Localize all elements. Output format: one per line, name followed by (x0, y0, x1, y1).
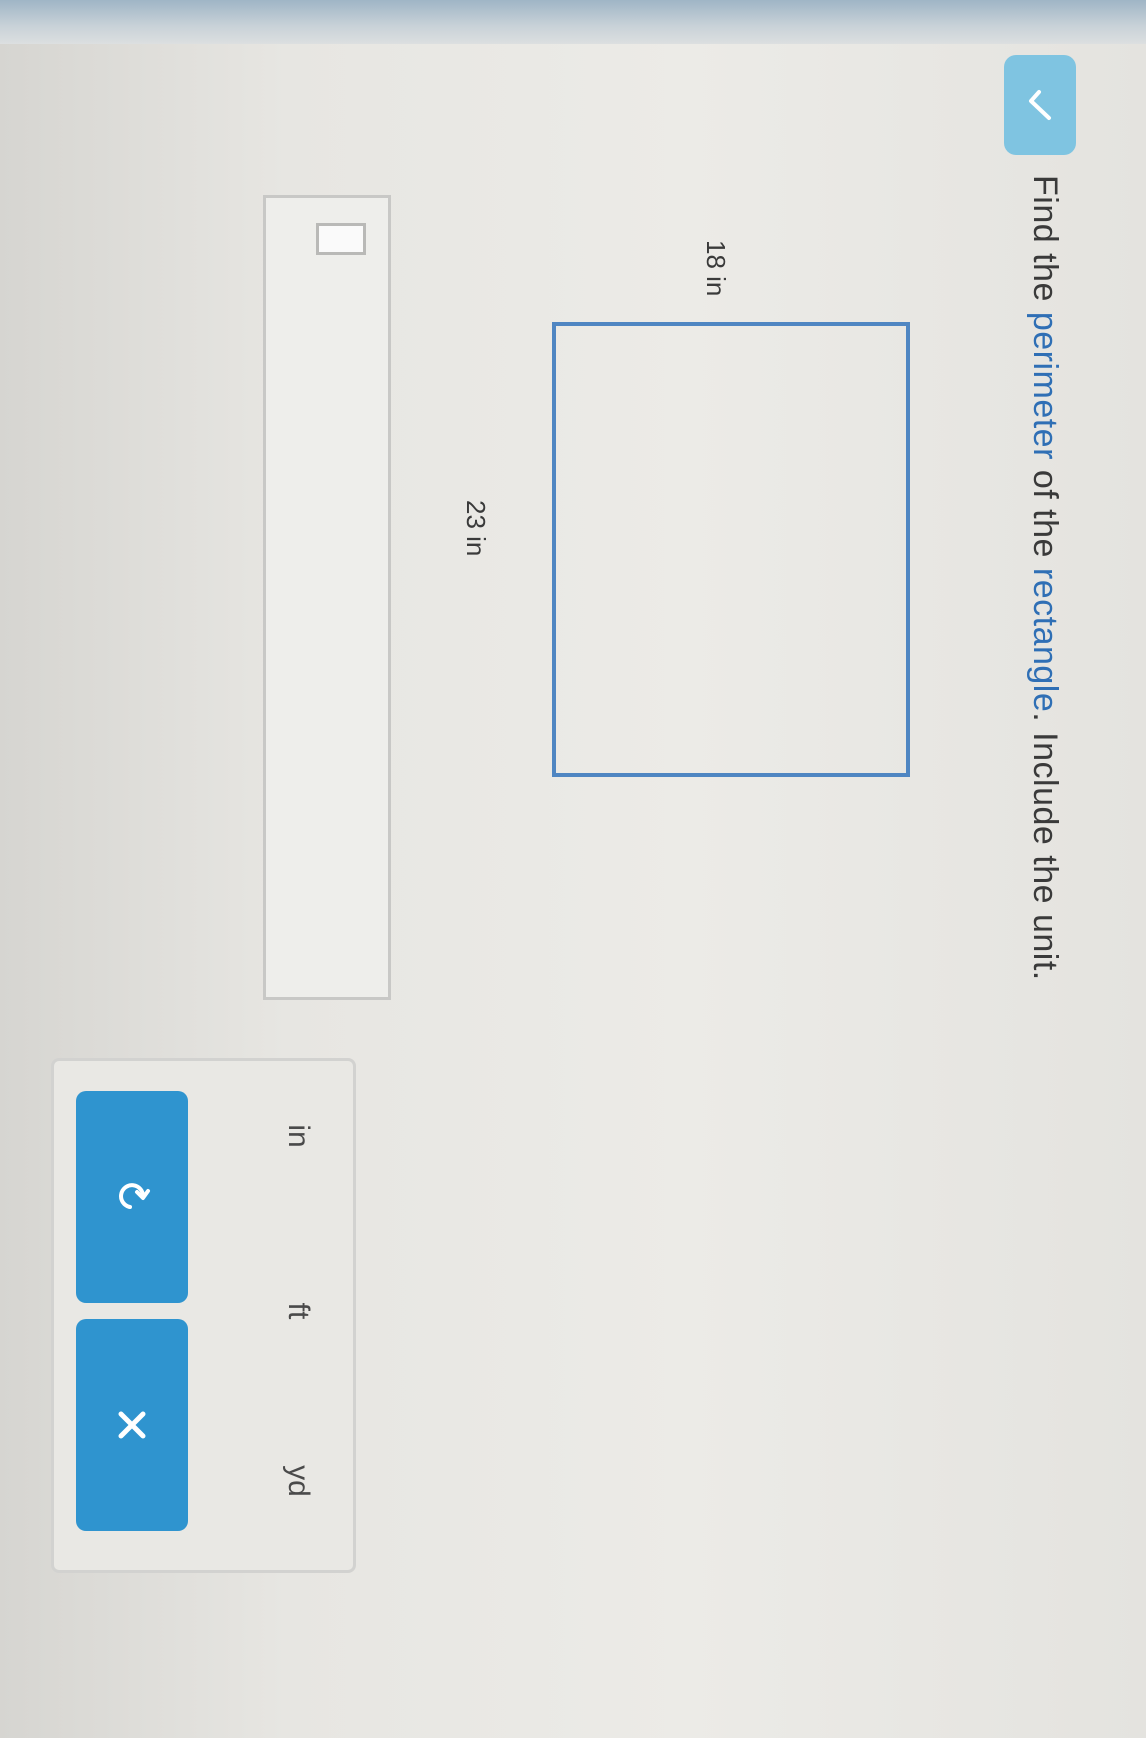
unit-ft-button[interactable]: ft (273, 1276, 323, 1346)
rectangle-link[interactable]: rectangle (1026, 568, 1064, 712)
clear-button[interactable] (76, 1319, 188, 1531)
unit-panel: in ft yd (51, 1058, 356, 1573)
undo-icon (119, 1183, 150, 1209)
question-text: Find the perimeter of the rectangle. Inc… (1025, 175, 1064, 1275)
undo-button[interactable] (76, 1091, 188, 1303)
check-tab[interactable] (1004, 55, 1076, 155)
rectangle-shape (552, 322, 910, 777)
unit-yd-button[interactable]: yd (273, 1446, 323, 1516)
unit-in-button[interactable]: in (273, 1101, 323, 1171)
close-icon (118, 1411, 146, 1439)
side-length-label: 18 in (701, 240, 731, 297)
question-prefix: Find the (1026, 175, 1064, 312)
answer-input[interactable] (263, 195, 391, 1000)
question-suffix: . Include the unit. (1026, 712, 1064, 981)
perimeter-link[interactable]: perimeter (1026, 312, 1064, 460)
answer-slot[interactable] (316, 223, 366, 255)
check-icon (1029, 90, 1051, 120)
content-stage: Find the perimeter of the rectangle. Inc… (0, 0, 1146, 1738)
bottom-length-label: 23 in (461, 500, 491, 557)
question-middle: of the (1026, 459, 1064, 568)
